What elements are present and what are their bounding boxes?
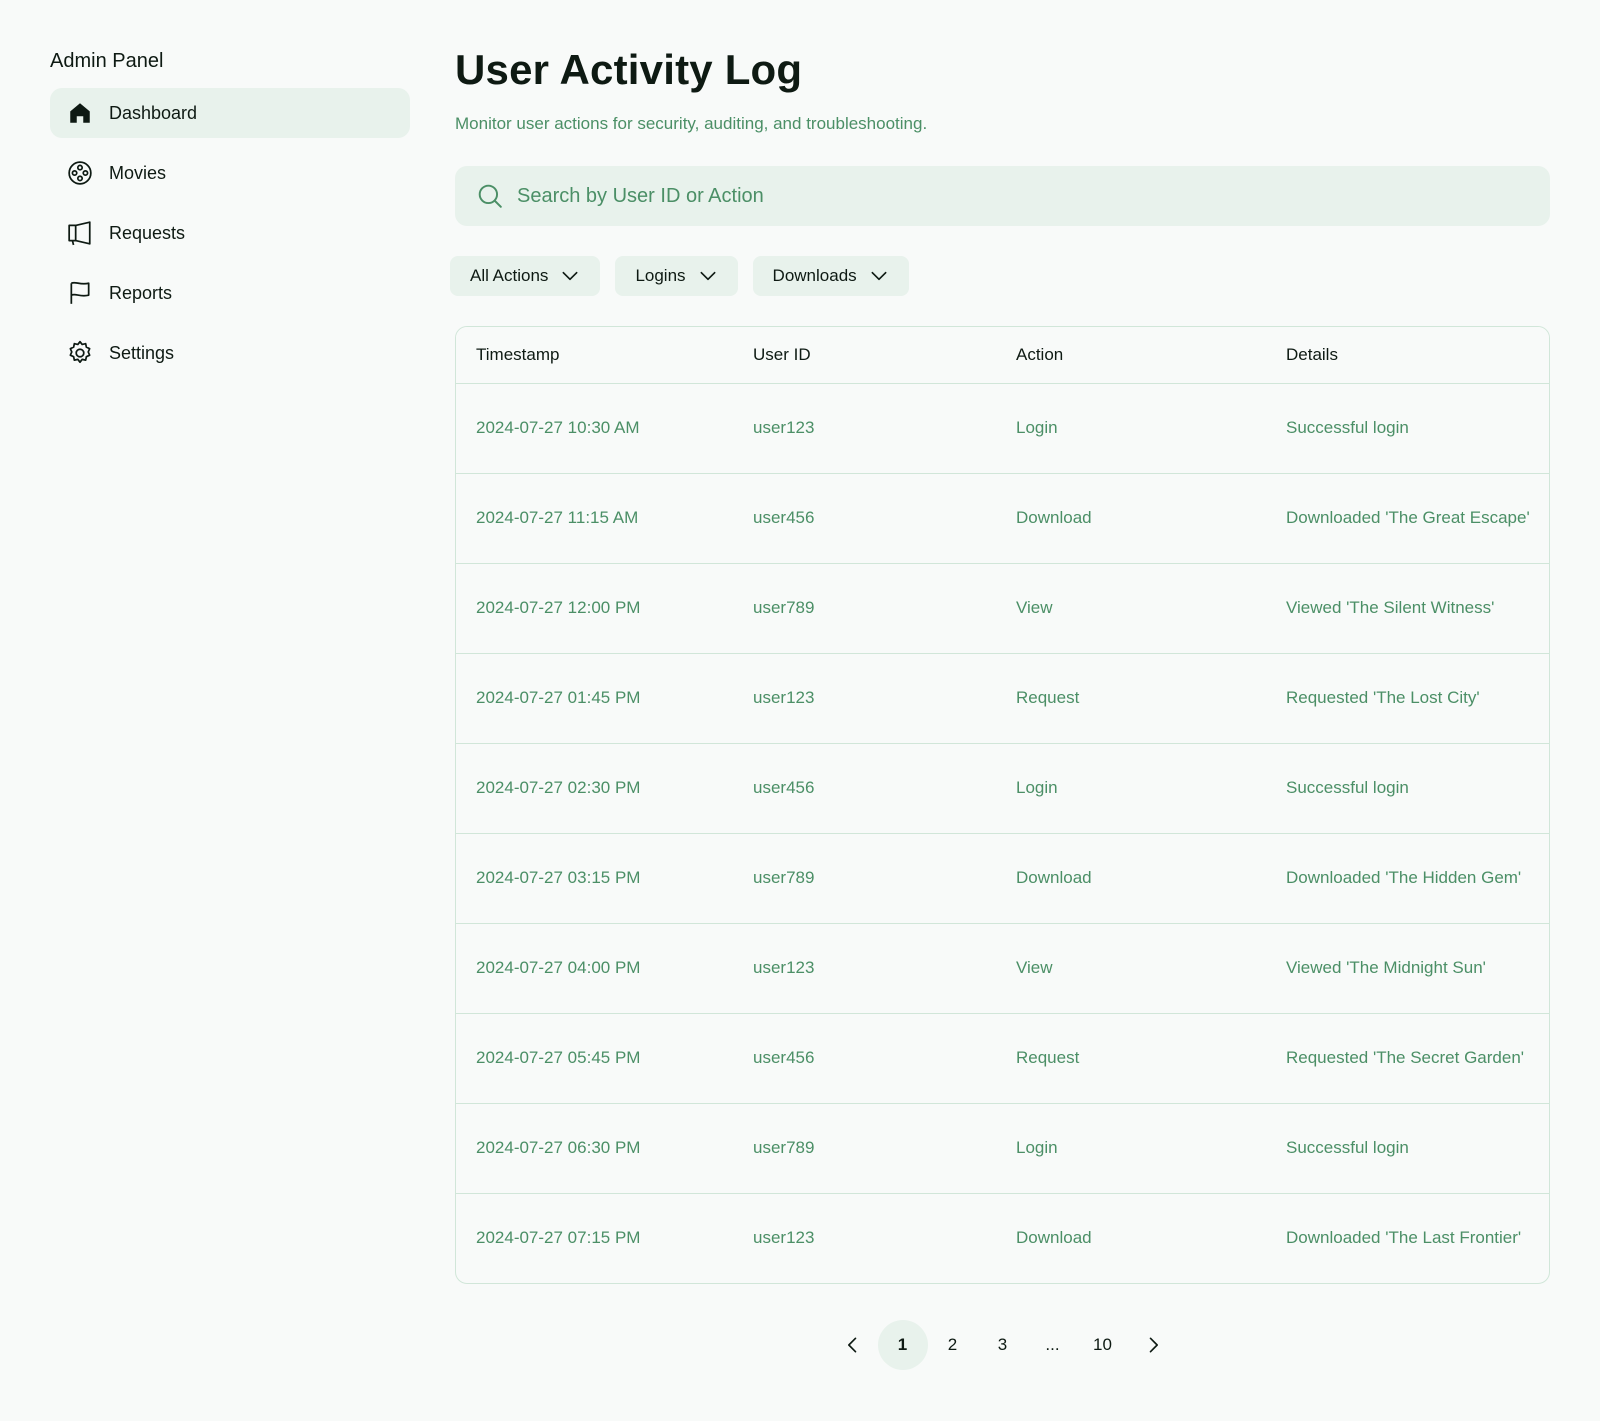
filter-label: Logins — [635, 266, 686, 285]
cell-details: Successful login — [1266, 742, 1549, 833]
cell-action: View — [996, 922, 1266, 1013]
cell-action: Login — [996, 1102, 1266, 1193]
table-row: 2024-07-27 03:15 PM user789 Download Dow… — [456, 832, 1549, 923]
cell-user-id: user456 — [733, 472, 996, 563]
sidebar-item-label: Settings — [109, 342, 175, 363]
cell-details: Downloaded 'The Great Escape' — [1266, 472, 1549, 563]
cell-timestamp: 2024-07-27 06:30 PM — [456, 1102, 733, 1193]
chevron-down-icon — [562, 271, 578, 281]
main-content: User Activity Log Monitor user actions f… — [450, 40, 1550, 1370]
table-row: 2024-07-27 07:15 PM user123 Download Dow… — [456, 1192, 1549, 1283]
chevron-down-icon — [700, 271, 716, 281]
sidebar-item-label: Requests — [109, 222, 186, 243]
cell-action: Download — [996, 472, 1266, 563]
cell-action: Login — [996, 742, 1266, 833]
cell-details: Viewed 'The Midnight Sun' — [1266, 922, 1549, 1013]
column-header-action: Action — [996, 327, 1266, 383]
table-row: 2024-07-27 06:30 PM user789 Login Succes… — [456, 1102, 1549, 1193]
filter-bar: All Actions Logins Downloads — [450, 256, 1550, 296]
table-row: 2024-07-27 04:00 PM user123 View Viewed … — [456, 922, 1549, 1013]
table-row: 2024-07-27 05:45 PM user456 Request Requ… — [456, 1012, 1549, 1103]
column-header-user-id: User ID — [733, 327, 996, 383]
pagination: 1 2 3 ... 10 — [455, 1320, 1550, 1370]
cell-timestamp: 2024-07-27 01:45 PM — [456, 652, 733, 743]
search-bar[interactable] — [455, 166, 1550, 226]
filter-downloads[interactable]: Downloads — [752, 256, 909, 296]
chevron-left-icon — [847, 1337, 856, 1353]
cell-timestamp: 2024-07-27 11:15 AM — [456, 472, 733, 563]
film-reel-icon — [67, 160, 93, 186]
cell-timestamp: 2024-07-27 04:00 PM — [456, 922, 733, 1013]
activity-table: Timestamp User ID Action Details 2024-07… — [455, 326, 1550, 1284]
cell-timestamp: 2024-07-27 12:00 PM — [456, 562, 733, 653]
prev-page-button[interactable] — [828, 1320, 878, 1370]
cell-user-id: user123 — [733, 1192, 996, 1283]
cell-action: View — [996, 562, 1266, 653]
page-button-3[interactable]: 3 — [978, 1320, 1028, 1370]
cell-action: Request — [996, 1012, 1266, 1103]
table-row: 2024-07-27 12:00 PM user789 View Viewed … — [456, 562, 1549, 653]
cell-user-id: user789 — [733, 1102, 996, 1193]
gear-icon — [67, 340, 93, 366]
filter-label: All Actions — [470, 266, 549, 285]
cell-user-id: user456 — [733, 1012, 996, 1103]
cell-timestamp: 2024-07-27 05:45 PM — [456, 1012, 733, 1103]
cell-details: Successful login — [1266, 1102, 1549, 1193]
search-icon — [477, 183, 503, 209]
cell-timestamp: 2024-07-27 10:30 AM — [456, 382, 733, 473]
chevron-right-icon — [1149, 1337, 1158, 1353]
sidebar-item-requests[interactable]: Requests — [50, 208, 410, 258]
chevron-down-icon — [871, 271, 887, 281]
house-icon — [67, 100, 93, 126]
page-title: User Activity Log — [455, 46, 803, 93]
cell-details: Viewed 'The Silent Witness' — [1266, 562, 1549, 653]
filter-label: Downloads — [772, 266, 857, 285]
filter-logins[interactable]: Logins — [615, 256, 738, 296]
cell-user-id: user123 — [733, 382, 996, 473]
cell-details: Requested 'The Secret Garden' — [1266, 1012, 1549, 1103]
cell-timestamp: 2024-07-27 02:30 PM — [456, 742, 733, 833]
cell-user-id: user789 — [733, 562, 996, 653]
sidebar-item-label: Movies — [109, 162, 167, 183]
column-header-timestamp: Timestamp — [456, 327, 733, 383]
sidebar-title: Admin Panel — [50, 50, 164, 72]
cell-action: Login — [996, 382, 1266, 473]
column-header-details: Details — [1266, 327, 1549, 383]
cell-action: Download — [996, 1192, 1266, 1283]
sidebar-item-label: Reports — [109, 282, 173, 303]
sidebar-item-dashboard[interactable]: Dashboard — [50, 88, 410, 138]
flag-icon — [67, 280, 93, 306]
table-row: 2024-07-27 01:45 PM user123 Request Requ… — [456, 652, 1549, 743]
cell-details: Downloaded 'The Last Frontier' — [1266, 1192, 1549, 1283]
megaphone-icon — [67, 220, 93, 246]
cell-action: Request — [996, 652, 1266, 743]
sidebar-item-movies[interactable]: Movies — [50, 148, 410, 198]
table-header-row: Timestamp User ID Action Details — [456, 327, 1549, 383]
page-ellipsis: ... — [1045, 1335, 1060, 1354]
cell-user-id: user456 — [733, 742, 996, 833]
cell-details: Requested 'The Lost City' — [1266, 652, 1549, 743]
page-button-2[interactable]: 2 — [928, 1320, 978, 1370]
cell-user-id: user789 — [733, 832, 996, 923]
next-page-button[interactable] — [1128, 1320, 1178, 1370]
sidebar: Admin Panel Dashboard Movies Requests Re… — [50, 44, 410, 388]
cell-timestamp: 2024-07-27 07:15 PM — [456, 1192, 733, 1283]
cell-action: Download — [996, 832, 1266, 923]
page-subtitle: Monitor user actions for security, audit… — [455, 114, 928, 133]
cell-timestamp: 2024-07-27 03:15 PM — [456, 832, 733, 923]
cell-details: Successful login — [1266, 382, 1549, 473]
page-button-1[interactable]: 1 — [877, 1320, 928, 1370]
cell-user-id: user123 — [733, 652, 996, 743]
search-input[interactable] — [517, 184, 1417, 208]
sidebar-item-reports[interactable]: Reports — [50, 268, 410, 318]
table-row: 2024-07-27 10:30 AM user123 Login Succes… — [456, 382, 1549, 473]
page-button-10[interactable]: 10 — [1078, 1320, 1128, 1370]
filter-all-actions[interactable]: All Actions — [450, 256, 601, 296]
cell-user-id: user123 — [733, 922, 996, 1013]
sidebar-item-settings[interactable]: Settings — [50, 328, 410, 378]
table-row: 2024-07-27 11:15 AM user456 Download Dow… — [456, 472, 1549, 563]
table-row: 2024-07-27 02:30 PM user456 Login Succes… — [456, 742, 1549, 833]
cell-details: Downloaded 'The Hidden Gem' — [1266, 832, 1549, 923]
sidebar-item-label: Dashboard — [109, 102, 198, 123]
